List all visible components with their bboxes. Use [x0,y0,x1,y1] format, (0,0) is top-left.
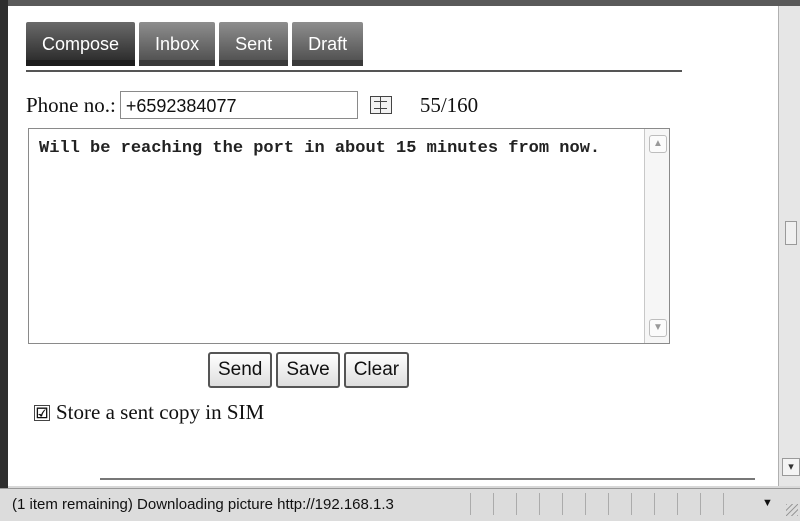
status-dropdown-icon[interactable]: ▼ [762,497,773,509]
status-pane [654,493,677,515]
clear-button[interactable]: Clear [343,352,410,388]
message-scrollbar[interactable]: ▲ ▼ [644,129,669,343]
store-copy-row: ☑ Store a sent copy in SIM [34,400,264,425]
status-pane [516,493,539,515]
tab-sent[interactable]: Sent [219,22,289,66]
save-button[interactable]: Save [276,352,340,388]
tab-draft[interactable]: Draft [292,22,364,66]
status-pane [493,493,516,515]
store-copy-label[interactable]: Store a sent copy in SIM [56,400,264,425]
scrollbar-thumb[interactable] [785,221,797,245]
phone-row: Phone no.: +6592384077 55/160 [26,90,478,120]
status-pane [470,493,493,515]
status-pane [608,493,631,515]
status-pane [677,493,700,515]
sms-tabs: Compose Inbox Sent Draft [26,22,364,66]
character-counter: 55/160 [419,92,479,117]
status-bar: (1 item remaining) Downloading picture h… [0,488,800,521]
send-button[interactable]: Send [208,352,273,388]
bottom-divider [100,478,755,480]
resize-grip-icon[interactable] [786,504,798,516]
window-frame-left [0,0,8,490]
scroll-down-arrow-icon[interactable]: ▾ [782,458,800,476]
tab-divider [26,70,682,72]
tab-inbox[interactable]: Inbox [139,22,216,66]
browser-window: ▾ Compose Inbox Sent Draft Phone no.: +6… [0,0,800,521]
phone-number-input[interactable]: +6592384077 [119,91,358,119]
status-pane [700,493,723,515]
status-pane [723,493,746,515]
message-textarea[interactable]: Will be reaching the port in about 15 mi… [28,128,670,344]
scroll-down-icon[interactable]: ▼ [649,319,667,337]
page-scrollbar[interactable]: ▾ [778,6,800,486]
action-buttons: Send Save Clear [208,352,410,388]
phonebook-icon[interactable] [369,96,392,114]
status-pane [539,493,562,515]
status-pane [562,493,585,515]
message-text[interactable]: Will be reaching the port in about 15 mi… [39,137,639,161]
phone-label: Phone no.: [26,92,116,117]
tab-compose[interactable]: Compose [26,22,136,66]
status-pane [631,493,654,515]
status-text: (1 item remaining) Downloading picture h… [12,496,394,513]
status-pane [585,493,608,515]
status-panes [470,493,746,515]
scroll-up-icon[interactable]: ▲ [649,135,667,153]
store-copy-checkbox[interactable]: ☑ [34,404,50,421]
